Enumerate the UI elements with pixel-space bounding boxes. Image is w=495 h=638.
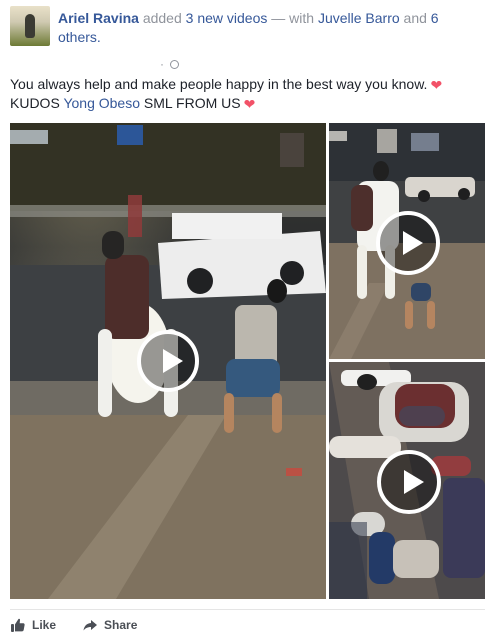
post-text: You always help and make people happy in… [10, 75, 480, 113]
kudos-text: KUDOS [10, 95, 60, 111]
video-thumbnail-top-right[interactable] [329, 123, 485, 359]
avatar-figure [25, 14, 35, 38]
tagged-user-link[interactable]: Juvelle Barro [318, 10, 400, 26]
with-text: — with [271, 10, 315, 26]
video-gallery [10, 123, 485, 599]
like-button[interactable]: Like [10, 617, 56, 633]
post-actions: Like Share [10, 611, 485, 638]
post-message-suffix: SML FROM US [143, 95, 241, 111]
play-icon [403, 231, 423, 255]
play-icon [163, 349, 183, 373]
play-button-bottom-right[interactable] [377, 450, 441, 514]
post-header: Ariel Ravina added 3 new videos — with J… [10, 6, 485, 70]
share-arrow-icon [83, 619, 98, 630]
and-text: and [403, 10, 427, 26]
heart-icon: ❤ [243, 97, 256, 113]
play-button-main[interactable] [137, 330, 199, 392]
globe-icon [170, 59, 179, 69]
new-videos-link[interactable]: 3 new videos [186, 10, 268, 26]
share-button[interactable]: Share [82, 617, 137, 633]
like-label: Like [32, 617, 57, 632]
action-text: added [142, 10, 182, 26]
post-text-line-2: KUDOS Yong Obeso SML FROM US ❤ [10, 94, 480, 113]
timestamp-dot: · [160, 57, 164, 71]
share-label: Share [104, 617, 138, 632]
play-button-top-right[interactable] [376, 211, 440, 275]
video-thumbnail-bottom-right[interactable] [329, 362, 485, 599]
mention-link[interactable]: Yong Obeso [63, 95, 140, 111]
post-text-line-1: You always help and make people happy in… [10, 75, 480, 94]
thumbs-up-icon [11, 618, 25, 632]
post-timestamp: · [160, 58, 179, 70]
video-thumbnail-main[interactable] [10, 123, 326, 599]
action-divider [10, 609, 485, 610]
heart-icon: ❤ [430, 78, 443, 94]
author-avatar[interactable] [10, 6, 50, 46]
post-meta: Ariel Ravina added 3 new videos — with J… [58, 9, 453, 47]
author-name[interactable]: Ariel Ravina [58, 10, 139, 26]
play-icon [404, 470, 424, 494]
post-message-line-1: You always help and make people happy in… [10, 76, 428, 92]
